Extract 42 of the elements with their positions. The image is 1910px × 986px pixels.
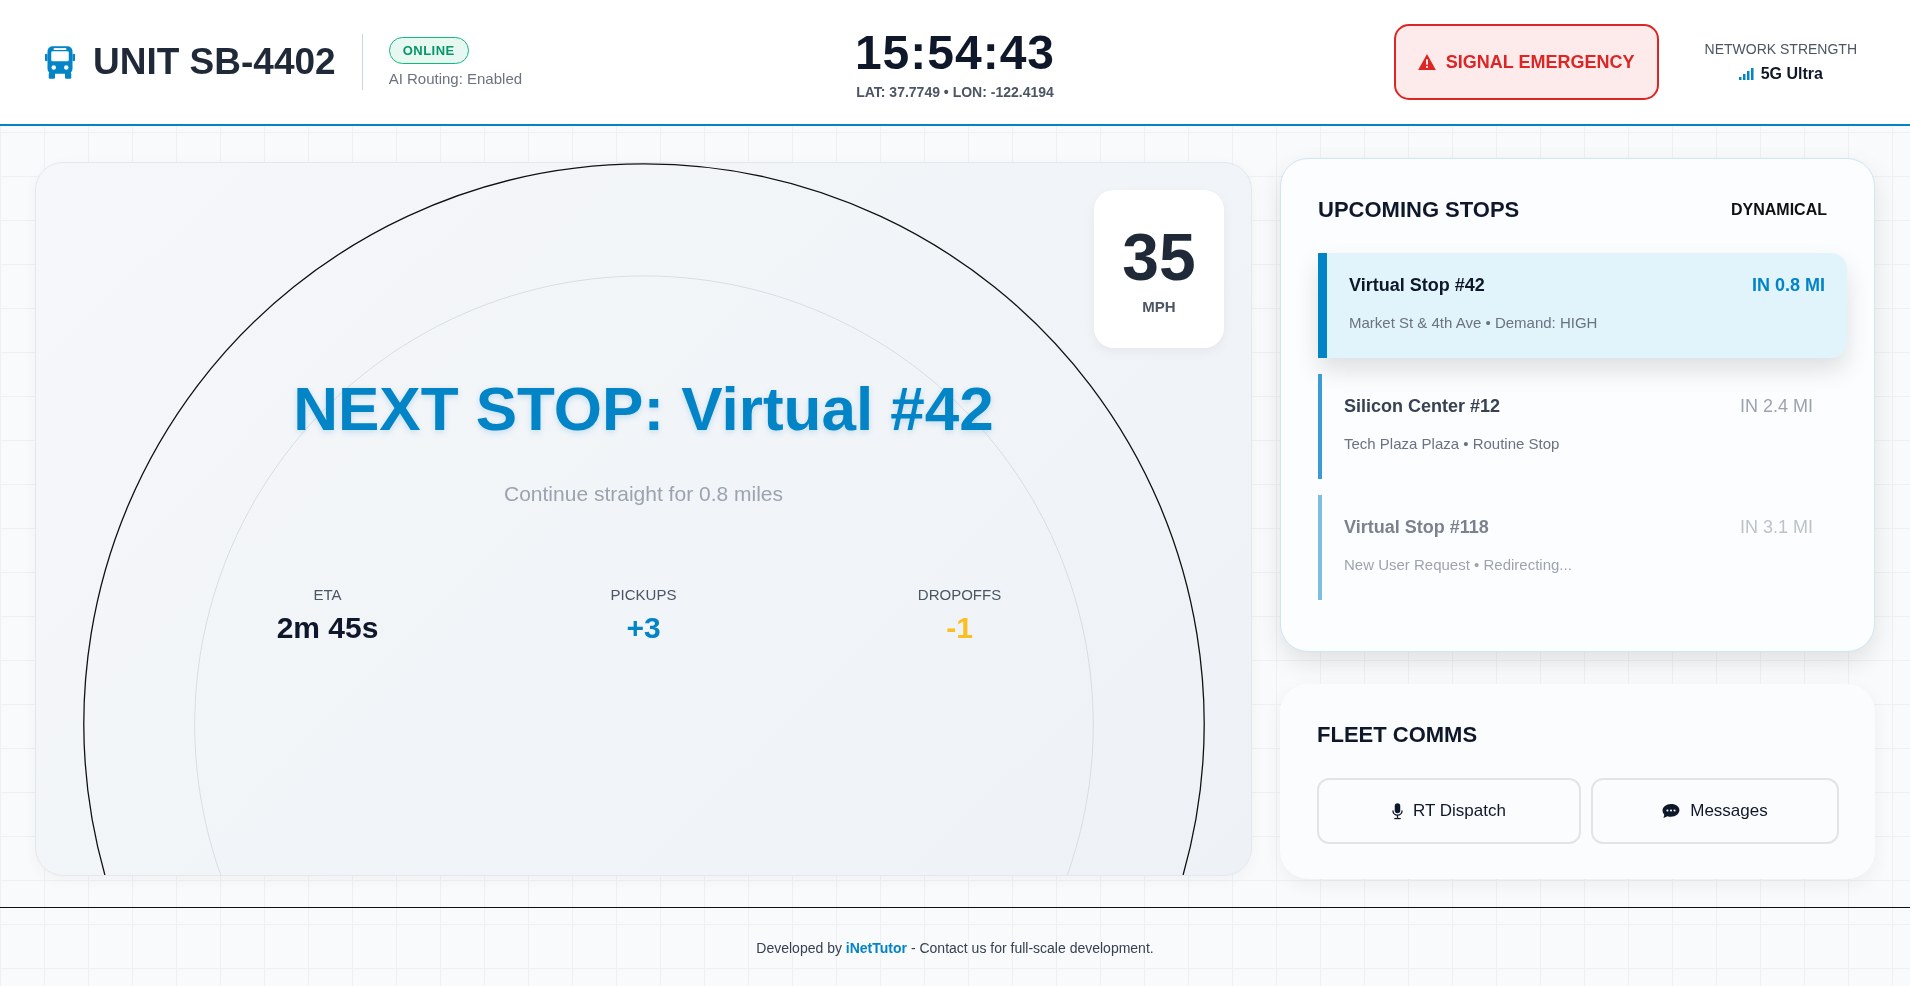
footer-credit: Developed by iNetTutor - Contact us for full-scale development. [756,939,1154,956]
microphone-icon [1392,802,1404,820]
coordinates: LAT: 37.7749 • LON: -122.4194 [856,83,1054,100]
signal-icon [1738,68,1755,80]
warning-icon [1417,54,1436,70]
author-link[interactable]: iNetTutor [845,939,907,956]
emergency-button[interactable]: SIGNAL EMERGENCY [1393,24,1659,100]
stop-item[interactable]: Silicon Center #12 IN 2.4 MI Tech Plaza Plaza • Routine Stop [1318,374,1837,479]
next-stop-title: NEXT STOP: Virtual #42 [293,373,994,444]
speed-unit: MPH [1142,297,1176,315]
routing-mode: DYNAMICAL [1731,201,1827,219]
routing-status: AI Routing: Enabled [388,70,523,87]
panel-heading: FLEET COMMS [1317,722,1479,748]
stop-name: Silicon Center #12 [1344,396,1501,417]
stop-name: Virtual Stop #42 [1349,275,1485,296]
chat-bubble-icon [1662,803,1681,819]
stat-label: DROPOFFS [917,586,1002,603]
stop-detail: New User Request • Redirecting... [1344,556,1573,573]
clock-time: 15:54:43 [854,24,1056,80]
stat-value: +3 [626,611,661,645]
unit-title: UNIT SB-4402 [93,41,336,83]
route-instruction: Continue straight for 0.8 miles [504,482,783,506]
bus-icon [45,44,75,80]
speed-value: 35 [1122,223,1196,290]
stop-distance: IN 3.1 MI [1739,517,1813,538]
stop-distance: IN 0.8 MI [1751,275,1825,296]
panel-heading: UPCOMING STOPS [1318,197,1520,223]
stop-item[interactable]: Virtual Stop #118 IN 3.1 MI New User Request • Redirecting... [1318,495,1837,600]
stop-distance: IN 2.4 MI [1739,396,1813,417]
network-label: NETWORK STRENGTH [1704,41,1857,57]
stop-detail: Market St & 4th Ave • Demand: HIGH [1349,314,1599,331]
stop-detail: Tech Plaza Plaza • Routine Stop [1344,435,1561,452]
network-value: 5G Ultra [1760,65,1823,83]
stop-name: Virtual Stop #118 [1344,517,1489,538]
status-badge: ONLINE [388,37,469,64]
stat-label: ETA [313,586,342,603]
stat-value: 2m 45s [276,611,379,645]
dispatch-button[interactable]: RT Dispatch [1317,778,1581,844]
stat-label: PICKUPS [610,586,677,603]
messages-button[interactable]: Messages [1591,778,1839,844]
stop-item[interactable]: Virtual Stop #42 IN 0.8 MI Market St & 4th Ave • Demand: HIGH [1318,253,1847,358]
stat-value: -1 [946,611,973,645]
